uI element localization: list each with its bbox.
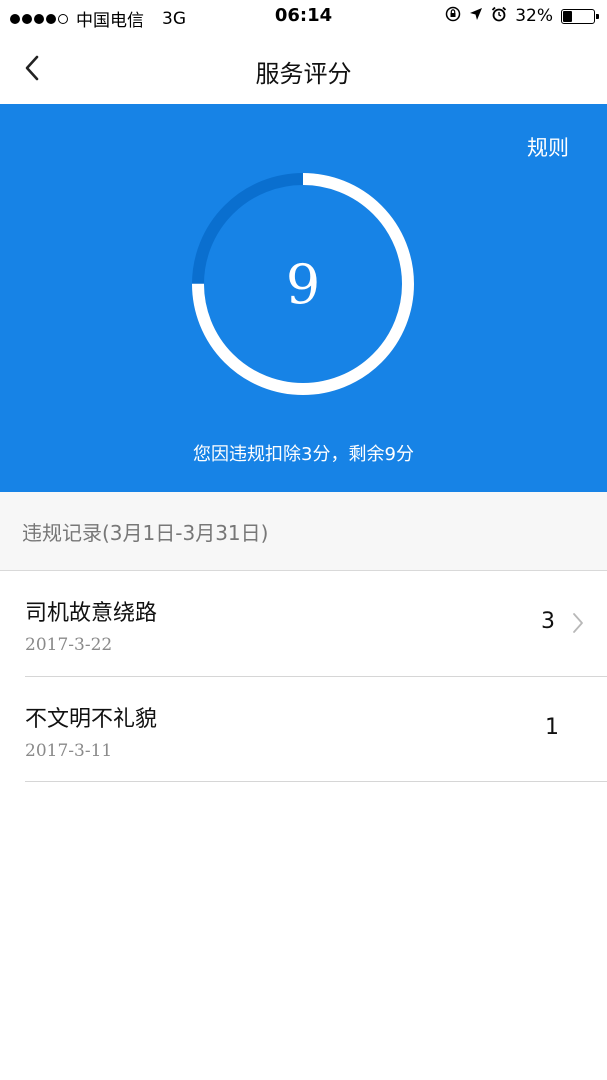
violations-header-title: 违规记录(3月1日-3月31日)	[22, 521, 269, 545]
score-caption: 您因违规扣除3分，剩余9分	[193, 444, 414, 465]
status-right: 32%	[445, 6, 599, 26]
navigation-bar: 服务评分	[0, 34, 607, 104]
list-item: 不文明不礼貌 2017-3-11 1	[0, 677, 607, 782]
score-value: 9	[285, 252, 321, 316]
chevron-right-icon	[573, 613, 583, 633]
page-title: 服务评分	[255, 60, 352, 88]
violation-title: 不文明不礼貌	[25, 707, 158, 732]
battery-icon	[561, 8, 599, 24]
score-panel: 规则 9 您因违规扣除3分，剩余9分	[0, 104, 607, 492]
rules-link[interactable]: 规则	[527, 132, 607, 162]
rotation-lock-icon	[445, 6, 461, 26]
battery-percent: 32%	[515, 6, 553, 26]
battery-level	[563, 10, 572, 22]
divider	[25, 781, 607, 782]
violation-date: 2017-3-22	[25, 635, 113, 655]
location-arrow-icon	[469, 7, 483, 25]
violation-title: 司机故意绕路	[25, 601, 158, 626]
alarm-icon	[491, 6, 507, 26]
list-item[interactable]: 司机故意绕路 2017-3-22 3	[0, 571, 607, 676]
violation-points: 1	[545, 715, 559, 740]
status-bar: 中国电信 3G 06:14 32%	[0, 0, 607, 34]
violation-date: 2017-3-11	[25, 741, 113, 761]
violations-header: 违规记录(3月1日-3月31日)	[0, 492, 607, 570]
violation-points: 3	[541, 609, 555, 634]
